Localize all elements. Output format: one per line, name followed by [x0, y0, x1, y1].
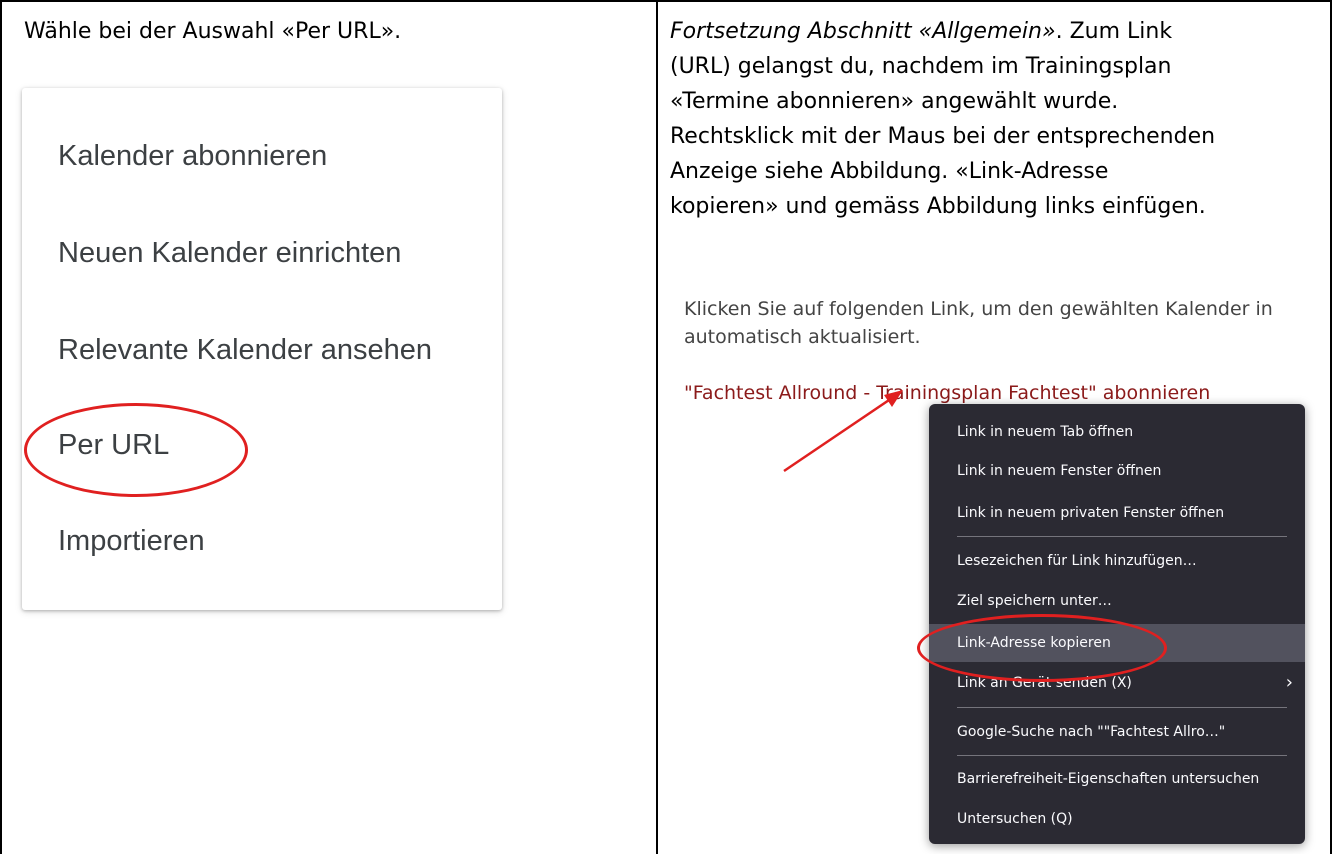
ctx-open-new-window[interactable]: Link in neuem Fenster öffnen — [929, 453, 1305, 489]
web-text-line-1: Klicken Sie auf folgenden Link, um den g… — [684, 298, 1273, 320]
ctx-separator — [957, 755, 1287, 756]
menu-item-neuen-kalender[interactable]: Neuen Kalender einrichten — [58, 237, 401, 270]
menu-item-relevante-kalender[interactable]: Relevante Kalender ansehen — [58, 334, 432, 367]
subscribe-link[interactable]: "Fachtest Allround - Trainingsplan Facht… — [684, 382, 1210, 404]
right-instruction-italic: Fortsetzung Abschnitt «Allgemein» — [670, 19, 1056, 44]
ctx-separator — [957, 536, 1287, 537]
copy-link-highlight-ellipse — [917, 614, 1167, 682]
right-instruction-line-6: kopieren» und gemäss Abbildung links ein… — [670, 194, 1206, 219]
right-instruction-line-1-rest: . Zum Link — [1055, 19, 1173, 44]
right-instruction-line-5: Anzeige siehe Abbildung. «Link-Adresse — [670, 159, 1109, 184]
calendar-add-menu: Kalender abonnieren Neuen Kalender einri… — [22, 88, 502, 610]
ctx-open-private-window[interactable]: Link in neuem privaten Fenster öffnen — [929, 495, 1305, 531]
ctx-bookmark-link[interactable]: Lesezeichen für Link hinzufügen… — [929, 543, 1305, 579]
table-border-top — [0, 0, 1332, 2]
right-instruction: Fortsetzung Abschnitt «Allgemein». Zum L… — [670, 14, 1320, 224]
right-instruction-line-1: Fortsetzung Abschnitt «Allgemein». Zum L… — [670, 14, 1320, 49]
menu-item-importieren[interactable]: Importieren — [58, 525, 205, 558]
left-instruction: Wähle bei der Auswahl «Per URL». — [24, 19, 402, 44]
ctx-separator — [957, 707, 1287, 708]
ctx-open-new-tab[interactable]: Link in neuem Tab öffnen — [929, 414, 1305, 450]
right-instruction-line-2: (URL) gelangst du, nachdem im Trainingsp… — [670, 54, 1172, 79]
table-border-left — [0, 0, 2, 854]
ctx-inspect[interactable]: Untersuchen (Q) — [929, 801, 1305, 837]
chevron-right-icon: › — [1285, 672, 1293, 693]
menu-item-kalender-abonnieren[interactable]: Kalender abonnieren — [58, 140, 327, 173]
right-instruction-line-3: «Termine abonnieren» angewählt wurde. — [670, 89, 1119, 114]
table-border-middle — [656, 0, 658, 854]
right-instruction-line-4: Rechtsklick mit der Maus bei der entspre… — [670, 124, 1216, 149]
ctx-inspect-accessibility[interactable]: Barrierefreiheit-Eigenschaften untersuch… — [929, 761, 1305, 797]
web-text-line-2: automatisch aktualisiert. — [684, 326, 921, 348]
ctx-save-target[interactable]: Ziel speichern unter… — [929, 583, 1305, 619]
ctx-google-search[interactable]: Google-Suche nach ""Fachtest Allro…" — [929, 714, 1305, 750]
per-url-highlight-ellipse — [24, 403, 248, 497]
